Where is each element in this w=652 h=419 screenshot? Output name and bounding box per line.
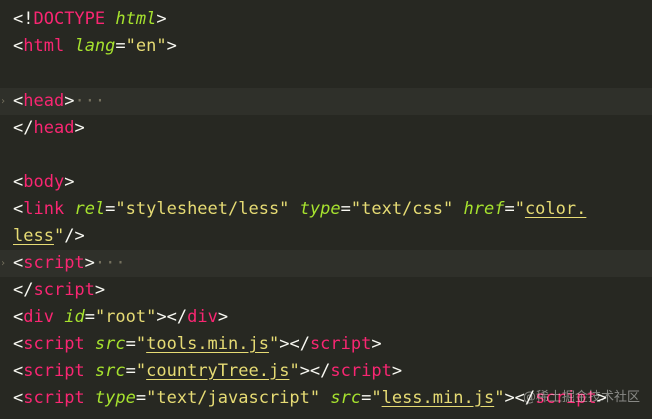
href-link-continuation[interactable]: less — [13, 226, 54, 246]
tag-name: script — [309, 334, 372, 354]
src-link[interactable]: less.min.js — [382, 388, 495, 408]
attribute-value: "text/css" — [350, 199, 454, 219]
punctuation: > — [217, 307, 229, 327]
tag-name: script — [33, 280, 95, 300]
chevron-right-icon[interactable]: › — [0, 88, 10, 115]
tag-name: head — [23, 91, 65, 111]
punctuation: ></ — [279, 334, 310, 354]
punctuation: < — [13, 91, 24, 111]
attribute-value: "text/javascript" — [146, 388, 321, 408]
punctuation: > — [74, 118, 85, 138]
attribute-value-quote: " — [268, 334, 280, 354]
attribute-name: src — [330, 388, 362, 408]
punctuation: > — [64, 172, 75, 192]
code-editor[interactable]: <!DOCTYPE html> <html lang="en"> › <head… — [0, 0, 652, 419]
attribute-value-quote: " — [135, 361, 147, 381]
tag-name: script — [23, 253, 85, 273]
attribute-name: lang — [74, 36, 116, 56]
tag-name: div — [187, 307, 218, 327]
punctuation: ></ — [156, 307, 188, 327]
tag-name: script — [23, 388, 85, 408]
fold-ellipsis[interactable]: ··· — [95, 253, 126, 273]
attribute-name: type — [299, 199, 341, 219]
punctuation: > — [166, 36, 177, 56]
punctuation: = — [115, 36, 126, 56]
punctuation: < — [13, 36, 24, 56]
punctuation: < — [13, 253, 24, 273]
tag-name: script — [23, 334, 85, 354]
code-line-head-folded[interactable]: › <head>··· — [0, 88, 652, 115]
code-line-script-folded[interactable]: › <script>··· — [0, 250, 652, 277]
attribute-name: href — [463, 199, 505, 219]
code-line-head-close: </head> — [0, 115, 652, 142]
doctype-attr: html — [115, 9, 157, 29]
attribute-value: "en" — [125, 36, 167, 56]
punctuation: > — [64, 91, 75, 111]
src-link[interactable]: countryTree.js — [146, 361, 289, 381]
attribute-name: id — [64, 307, 85, 327]
attribute-value-quote: " — [494, 388, 505, 408]
tag-name: script — [23, 361, 85, 381]
attribute-value: "root" — [94, 307, 157, 327]
tag-name: script — [330, 361, 392, 381]
code-line-link-wrap: less"/> — [0, 223, 652, 250]
tag-name: html — [23, 36, 65, 56]
punctuation: /> — [64, 226, 85, 246]
doctype-keyword: DOCTYPE — [33, 9, 106, 29]
punctuation: < — [13, 334, 24, 354]
attribute-value-quote: " — [53, 226, 65, 246]
tag-name: head — [33, 118, 75, 138]
tag-name: div — [23, 307, 54, 327]
href-link[interactable]: color. — [525, 199, 586, 219]
code-line-script-tools: <script src="tools.min.js"></script> — [13, 334, 382, 354]
punctuation: < — [13, 388, 24, 408]
punctuation: < — [13, 361, 24, 381]
punctuation: > — [94, 280, 106, 300]
attribute-name: src — [94, 334, 126, 354]
code-line-div-root: <div id="root"></div> — [13, 307, 229, 327]
code-line-link: <link rel="stylesheet/less" type="text/c… — [13, 199, 587, 219]
punctuation: > — [371, 334, 382, 354]
code-line-script-close: </script> — [0, 277, 652, 304]
punctuation: > — [84, 253, 95, 273]
punctuation: </ — [13, 280, 34, 300]
attribute-value-quote: " — [289, 361, 300, 381]
attribute-name: type — [94, 388, 136, 408]
punctuation: ></ — [299, 361, 331, 381]
attribute-name: src — [94, 361, 126, 381]
punctuation: > — [391, 361, 403, 381]
tag-name: link — [23, 199, 65, 219]
attribute-value-quote: " — [135, 334, 147, 354]
tag-name: body — [23, 172, 65, 192]
punctuation: < — [13, 307, 24, 327]
attribute-name: rel — [74, 199, 106, 219]
punctuation: <! — [13, 9, 34, 29]
chevron-right-icon[interactable]: › — [0, 250, 10, 277]
code-line-doctype: <!DOCTYPE html> — [0, 6, 652, 33]
attribute-value-quote: " — [514, 199, 525, 219]
src-link[interactable]: tools.min.js — [146, 334, 269, 354]
code-line-html: <html lang="en"> — [0, 33, 652, 60]
punctuation: </ — [13, 118, 34, 138]
punctuation: > — [156, 9, 167, 29]
code-line-script-country: <script src="countryTree.js"></script> — [13, 361, 403, 381]
fold-ellipsis[interactable]: ··· — [74, 91, 105, 111]
code-line-body: <body> — [0, 169, 652, 196]
punctuation: < — [13, 199, 24, 219]
attribute-value: "stylesheet/less" — [115, 199, 290, 219]
watermark: @稀土掘金技术社区 — [522, 390, 640, 405]
punctuation: < — [13, 172, 24, 192]
attribute-value-quote: " — [371, 388, 382, 408]
